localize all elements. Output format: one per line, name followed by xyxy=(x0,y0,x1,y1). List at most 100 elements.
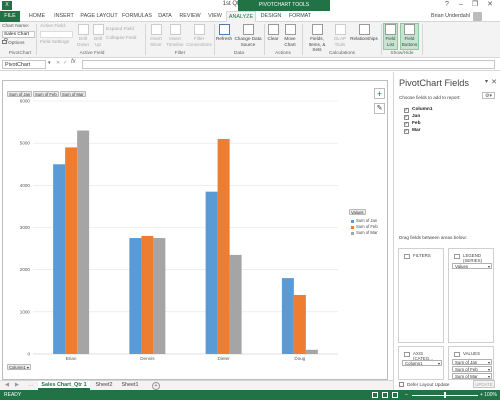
fields-items-sets-button[interactable]: Fields, Items, & Sets xyxy=(304,24,330,53)
tab-home[interactable]: HOME xyxy=(26,11,48,22)
formula-input[interactable] xyxy=(82,60,495,69)
values-area[interactable]: VALUES Sum of Jan ▾ Sum of Feb ▾ Sum of Ma… xyxy=(448,346,494,380)
relationships-button[interactable]: Relationships xyxy=(350,24,378,42)
fx-icon[interactable]: fx xyxy=(71,59,76,65)
zoom-slider-thumb[interactable] xyxy=(444,392,446,398)
legend-icon xyxy=(454,254,460,259)
avatar[interactable] xyxy=(473,12,482,21)
name-box-dropdown-icon[interactable]: ▾ xyxy=(48,61,50,66)
excel-logo-icon: X xyxy=(2,1,12,10)
zoom-out-icon[interactable]: – xyxy=(405,390,408,400)
chevron-down-icon: ▾ xyxy=(437,361,440,366)
name-box[interactable]: PivotChart xyxy=(2,60,46,69)
legend-area[interactable]: LEGEND (SERIES) Values ▾ xyxy=(448,248,494,343)
legend-values-button[interactable]: Values xyxy=(349,209,366,215)
minimize-button[interactable]: – xyxy=(454,0,468,10)
collapse-field-button[interactable]: Collapse Field xyxy=(106,36,136,41)
filter-connections-button[interactable]: Filter Connections xyxy=(186,24,212,47)
expand-field-button[interactable]: Expand Field xyxy=(106,27,134,32)
tab-design[interactable]: DESIGN xyxy=(258,11,284,22)
next-sheet-icon[interactable]: ▶ xyxy=(13,381,21,390)
insert-timeline-button[interactable]: Insert Timeline xyxy=(166,24,184,47)
defer-layout-checkbox[interactable] xyxy=(399,382,404,387)
refresh-icon xyxy=(218,24,230,35)
clear-button[interactable]: Clear xyxy=(266,24,280,42)
legend-label: Sum of Mar xyxy=(356,230,378,235)
chart-plot: 0 1000 2000 3000 4000 5000 6000 Brian Dennis Diet… xyxy=(20,99,338,361)
gear-icon[interactable]: ⚙▾ xyxy=(482,92,495,99)
drill-down-button[interactable]: Drill Down xyxy=(76,24,90,47)
values-area-item-feb[interactable]: Sum of Feb ▾ xyxy=(452,366,492,372)
move-chart-label: Move Chart xyxy=(284,36,296,47)
axis-field-button[interactable]: Column1 ▾ xyxy=(7,364,32,370)
sheet-tab-sheet2[interactable]: Sheet2 xyxy=(92,381,116,390)
field-settings-button[interactable]: Field Settings xyxy=(40,40,69,45)
pivot-chart[interactable]: Sum of Jan Sum of Feb Sum of Mar 0 1000 20… xyxy=(2,80,388,380)
tab-data[interactable]: DATA xyxy=(156,11,174,22)
field-checkbox-jan[interactable] xyxy=(404,114,409,120)
field-checkbox-mar[interactable] xyxy=(404,128,409,134)
tab-page-layout[interactable]: PAGE LAYOUT xyxy=(80,11,118,22)
user-name[interactable]: Brian Underdahl xyxy=(431,11,470,22)
field-checkbox-column1[interactable] xyxy=(404,107,409,113)
fields-items-sets-label: Fields, Items, & Sets xyxy=(308,36,326,52)
olap-tools-button[interactable]: OLAP Tools xyxy=(332,24,348,47)
tab-file[interactable]: FILE xyxy=(0,11,20,22)
tab-format[interactable]: FORMAT xyxy=(286,11,314,22)
zoom-level[interactable]: 100% xyxy=(484,390,497,400)
values-area-item-mar[interactable]: Sum of Mar ▾ xyxy=(452,373,492,379)
pane-options-icon[interactable]: ▾ xyxy=(485,78,488,85)
close-button[interactable]: ✕ xyxy=(483,0,497,10)
field-buttons-button[interactable]: Field Buttons xyxy=(400,23,419,50)
values-area-item-jan[interactable]: Sum of Jan ▾ xyxy=(452,359,492,365)
tab-insert[interactable]: INSERT xyxy=(52,11,76,22)
help-button[interactable]: ? xyxy=(440,0,454,10)
page-break-view-icon[interactable] xyxy=(392,392,398,398)
drill-up-button[interactable]: Drill Up xyxy=(92,24,104,47)
chart-elements-button[interactable]: + xyxy=(374,88,385,99)
filters-area[interactable]: FILTERS xyxy=(398,248,444,343)
legend-label: Sum of Feb xyxy=(356,224,378,229)
group-label-data: Data xyxy=(233,51,245,56)
zoom-in-icon[interactable]: + xyxy=(480,390,483,400)
field-checkbox-feb[interactable] xyxy=(404,121,409,127)
update-button[interactable]: UPDATE xyxy=(473,380,495,388)
olap-icon xyxy=(334,24,346,35)
chart-name-input[interactable]: Sales Chart Q xyxy=(2,31,35,43)
more-sheets-icon[interactable]: … xyxy=(26,381,36,390)
ribbon-separator xyxy=(145,24,146,55)
prev-sheet-icon[interactable]: ◀ xyxy=(3,381,11,390)
pane-subtitle: Choose fields to add to report: xyxy=(399,95,461,100)
restore-button[interactable]: ❐ xyxy=(468,0,482,10)
insert-slicer-button[interactable]: Insert Slicer xyxy=(148,24,164,47)
group-label-show-hide: Show/Hide xyxy=(390,51,414,56)
legend-entry: Sum of Mar xyxy=(350,230,388,236)
bar-sum-of-jan xyxy=(281,278,294,354)
axis-area-item-column1[interactable]: Column1 ▾ xyxy=(402,360,442,366)
page-layout-view-icon[interactable] xyxy=(382,392,388,398)
title-bar: 1st Qtr Sales - Excel PIVOTCHART TOOLS ?… xyxy=(0,0,500,11)
worksheet-area[interactable]: Sum of Jan Sum of Feb Sum of Mar 0 1000 20… xyxy=(0,72,393,380)
chart-styles-button[interactable]: ✎ xyxy=(374,103,385,114)
move-chart-icon xyxy=(284,24,296,35)
cancel-icon[interactable]: ✕ xyxy=(56,61,60,66)
options-button[interactable]: Options xyxy=(2,40,25,46)
enter-icon[interactable]: ✓ xyxy=(63,61,67,66)
tab-analyze[interactable]: ANALYZE xyxy=(226,11,256,22)
move-chart-button[interactable]: Move Chart xyxy=(282,24,298,47)
normal-view-icon[interactable] xyxy=(372,392,378,398)
add-sheet-icon[interactable]: + xyxy=(152,381,160,390)
refresh-button[interactable]: Refresh xyxy=(216,24,232,42)
legend-item-label: Values xyxy=(455,264,469,269)
tab-review[interactable]: REVIEW xyxy=(178,11,202,22)
field-list-button[interactable]: Field List xyxy=(383,23,398,50)
axis-area[interactable]: AXIS (CATEG... Column1 ▾ xyxy=(398,346,444,380)
active-field-input[interactable] xyxy=(40,31,73,38)
tab-view[interactable]: VIEW xyxy=(206,11,224,22)
legend-area-item-values[interactable]: Values ▾ xyxy=(452,263,492,269)
change-data-source-button[interactable]: Change Data Source xyxy=(234,24,262,47)
tab-formulas[interactable]: FORMULAS xyxy=(122,11,152,22)
pane-close-icon[interactable]: ✕ xyxy=(491,78,497,86)
sheet-tab-sales-chart[interactable]: Sales Chart_Qtr 1 xyxy=(38,381,90,390)
sheet-tab-sheet1[interactable]: Sheet1 xyxy=(118,381,142,390)
